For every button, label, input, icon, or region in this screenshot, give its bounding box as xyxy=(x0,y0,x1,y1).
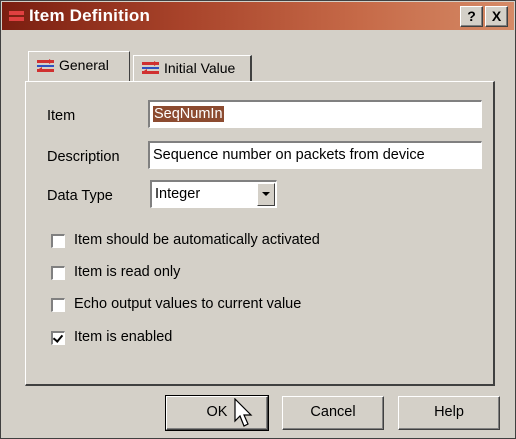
item-definition-icon xyxy=(9,11,24,21)
cancel-button[interactable]: Cancel xyxy=(282,396,384,430)
echo-output-checkbox[interactable] xyxy=(51,298,65,312)
item-input[interactable]: SeqNumIn xyxy=(148,100,482,128)
item-definition-dialog: Item Definition ? X General Initial Valu xyxy=(0,0,516,439)
tab-initial-value-label: Initial Value xyxy=(164,60,236,76)
tab-initial-value[interactable]: Initial Value xyxy=(133,55,252,81)
item-enabled-label[interactable]: Item is enabled xyxy=(74,329,172,345)
tab-general[interactable]: General xyxy=(28,51,130,81)
window-title: Item Definition xyxy=(29,6,151,25)
chevron-down-icon[interactable] xyxy=(257,183,275,206)
item-input-value: SeqNumIn xyxy=(153,106,224,122)
title-help-button[interactable]: ? xyxy=(460,6,483,27)
initial-value-tab-icon xyxy=(142,61,159,74)
description-input-value: Sequence number on packets from device xyxy=(153,147,425,163)
data-type-selected-value: Integer xyxy=(155,186,201,202)
item-label: Item xyxy=(47,108,76,124)
data-type-label: Data Type xyxy=(47,188,113,204)
data-type-select[interactable]: Integer xyxy=(150,180,277,208)
description-input[interactable]: Sequence number on packets from device xyxy=(148,141,482,169)
tab-general-label: General xyxy=(59,57,109,73)
read-only-label[interactable]: Item is read only xyxy=(74,264,180,280)
general-tab-icon xyxy=(37,59,54,72)
read-only-checkbox[interactable] xyxy=(51,266,65,280)
description-label: Description xyxy=(47,149,120,165)
title-close-button[interactable]: X xyxy=(485,6,508,27)
help-button[interactable]: Help xyxy=(398,396,500,430)
mouse-pointer-icon xyxy=(234,398,253,427)
auto-activate-label[interactable]: Item should be automatically activated xyxy=(74,232,320,248)
echo-output-label[interactable]: Echo output values to current value xyxy=(74,296,301,312)
auto-activate-checkbox[interactable] xyxy=(51,234,65,248)
item-enabled-checkbox[interactable] xyxy=(51,331,65,345)
title-bar[interactable]: Item Definition ? X xyxy=(2,2,514,30)
